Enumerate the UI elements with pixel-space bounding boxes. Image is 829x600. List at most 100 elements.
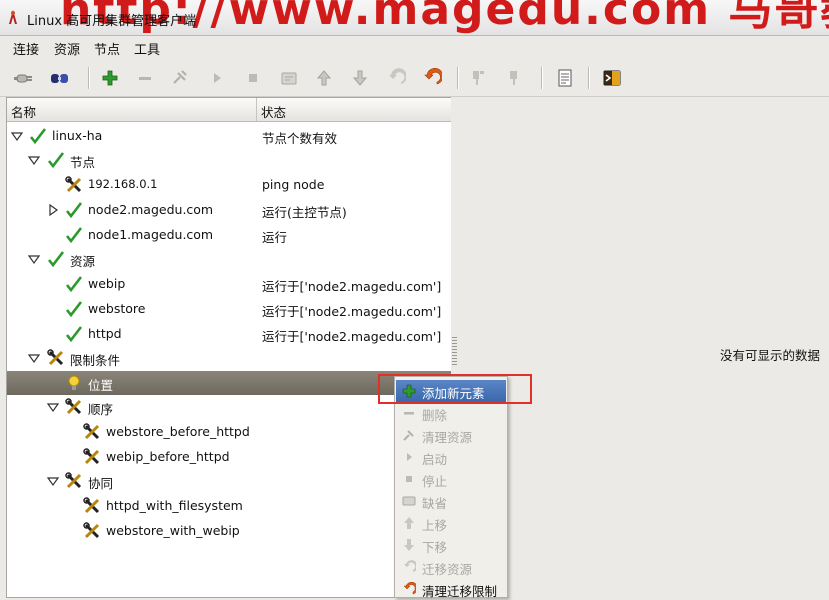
tools-icon [47, 349, 64, 366]
remove-icon [404, 412, 414, 415]
context-item-clear-migrate[interactable]: 清理迁移限制 [396, 578, 506, 600]
tree-row-nodes[interactable]: 节点 [7, 148, 451, 172]
menu-resources[interactable]: 资源 [54, 39, 80, 58]
tree-row-status: 运行于['node2.magedu.com'] [262, 304, 442, 319]
tree-row-name: 192.168.0.1 [88, 177, 158, 191]
tools-icon [65, 398, 82, 415]
active-icon[interactable] [503, 66, 527, 90]
column-header-name[interactable]: 名称 [11, 102, 36, 121]
tree-row-name: 位置 [88, 378, 114, 393]
expanded-arrow-icon[interactable] [47, 475, 59, 487]
default-icon[interactable] [277, 66, 301, 90]
check-icon [65, 326, 83, 343]
tree-row-ping-node[interactable]: 192.168.0.1 ping node [7, 173, 451, 197]
standby-icon[interactable] [467, 66, 491, 90]
tools-icon [65, 472, 82, 489]
check-icon [29, 128, 47, 145]
tree-row-name: webstore_before_httpd [106, 424, 250, 439]
context-item-move-down[interactable]: 下移 [396, 534, 506, 556]
tree-row-name: 节点 [70, 155, 96, 170]
collapsed-arrow-icon[interactable] [47, 204, 59, 216]
context-item-default[interactable]: 缺省 [396, 490, 506, 512]
tree-row-name: httpd_with_filesystem [106, 498, 243, 513]
start-icon [407, 453, 412, 461]
check-icon [47, 152, 65, 169]
context-item-label: 迁移资源 [422, 562, 473, 577]
context-item-label: 上移 [422, 518, 448, 533]
tree-row-colocation[interactable]: 协同 [7, 469, 451, 493]
context-item-label: 启动 [422, 452, 448, 467]
expanded-arrow-icon[interactable] [47, 401, 59, 413]
tree-row-node1[interactable]: node1.magedu.com 运行 [7, 223, 451, 247]
clear-migrate-icon[interactable] [420, 66, 444, 90]
tree-row-linux-ha[interactable]: linux-ha 节点个数有效 [7, 124, 451, 148]
app-icon [9, 10, 17, 24]
default-icon [402, 496, 416, 506]
context-item-cleanup[interactable]: 清理资源 [396, 424, 506, 446]
tree-row-name: 顺序 [88, 402, 114, 417]
tree-row-webstore[interactable]: webstore 运行于['node2.magedu.com'] [7, 297, 451, 321]
column-header-status[interactable]: 状态 [261, 102, 286, 121]
tree-row-status: 节点个数有效 [262, 131, 338, 146]
expanded-arrow-icon[interactable] [28, 154, 40, 166]
connect-icon[interactable] [11, 66, 35, 90]
check-icon [65, 202, 83, 219]
annotation-highlight-box [378, 374, 532, 404]
context-item-migrate[interactable]: 迁移资源 [396, 556, 506, 578]
tree-row-status: 运行 [262, 230, 288, 245]
disconnect-icon[interactable] [47, 66, 71, 90]
tree-header: 名称 状态 [7, 98, 451, 122]
empty-state-text: 没有可显示的数据 [719, 348, 820, 363]
detail-pane: 没有可显示的数据 [459, 97, 829, 596]
tree-row-constraints[interactable]: 限制条件 [7, 346, 451, 370]
tools-icon [83, 522, 100, 539]
window-title: Linux 高可用集群管理客户端 [27, 14, 197, 29]
add-icon[interactable] [98, 66, 122, 90]
cleanup-icon[interactable] [168, 66, 192, 90]
view-xml-icon[interactable] [553, 66, 577, 90]
expanded-arrow-icon[interactable] [28, 352, 40, 364]
menu-nodes[interactable]: 节点 [94, 39, 120, 58]
context-item-label: 清理资源 [422, 430, 473, 445]
stop-icon[interactable] [241, 66, 265, 90]
tree-row-webip-before-httpd[interactable]: webip_before_httpd [7, 445, 451, 469]
tree-row-name: webip_before_httpd [106, 449, 230, 464]
tree-row-name: webstore_with_webip [106, 523, 240, 538]
toolbar [0, 60, 829, 97]
tree-row-webstore-before-httpd[interactable]: webstore_before_httpd [7, 420, 451, 444]
tree-pane: 名称 状态 linux-ha 节点个数有效 节点 192.168.0.1 pin… [6, 97, 452, 598]
context-item-move-up[interactable]: 上移 [396, 512, 506, 534]
tools-icon [83, 423, 100, 440]
move-up-icon[interactable] [312, 66, 336, 90]
title-bar: http://www.magedu.com 马哥教育 Linux 高可用集群管理… [0, 0, 829, 36]
tree-row-httpd[interactable]: httpd 运行于['node2.magedu.com'] [7, 322, 451, 346]
menu-bar: 连接 资源 节点 工具 [0, 36, 829, 60]
lightbulb-icon [68, 375, 80, 390]
tree-row-resources[interactable]: 资源 [7, 247, 451, 271]
remove-icon[interactable] [133, 66, 157, 90]
tree-row-webstore-with-webip[interactable]: webstore_with_webip [7, 519, 451, 543]
context-item-stop[interactable]: 停止 [396, 468, 506, 490]
terminal-icon[interactable] [600, 66, 624, 90]
tools-icon [83, 497, 100, 514]
expanded-arrow-icon[interactable] [11, 130, 23, 142]
tree-row-httpd-with-filesystem[interactable]: httpd_with_filesystem [7, 494, 451, 518]
tree-row-node2[interactable]: node2.magedu.com 运行(主控节点) [7, 198, 451, 222]
menu-connect[interactable]: 连接 [13, 39, 39, 58]
start-icon[interactable] [205, 66, 229, 90]
move-down-icon[interactable] [348, 66, 372, 90]
context-item-start[interactable]: 启动 [396, 446, 506, 468]
context-item-label: 缺省 [422, 496, 448, 511]
tree-row-status: 运行(主控节点) [262, 205, 347, 220]
context-item-delete[interactable]: 删除 [396, 402, 506, 424]
menu-tools[interactable]: 工具 [134, 39, 160, 58]
tree-row-name: linux-ha [52, 128, 103, 143]
tree-row-webip[interactable]: webip 运行于['node2.magedu.com'] [7, 272, 451, 296]
expanded-arrow-icon[interactable] [28, 253, 40, 265]
tools-icon [83, 448, 100, 465]
check-icon [65, 301, 83, 318]
context-item-label: 停止 [422, 474, 448, 489]
move-down-icon [404, 539, 414, 551]
tree-row-name: node2.magedu.com [88, 202, 214, 217]
migrate-icon[interactable] [384, 66, 408, 90]
